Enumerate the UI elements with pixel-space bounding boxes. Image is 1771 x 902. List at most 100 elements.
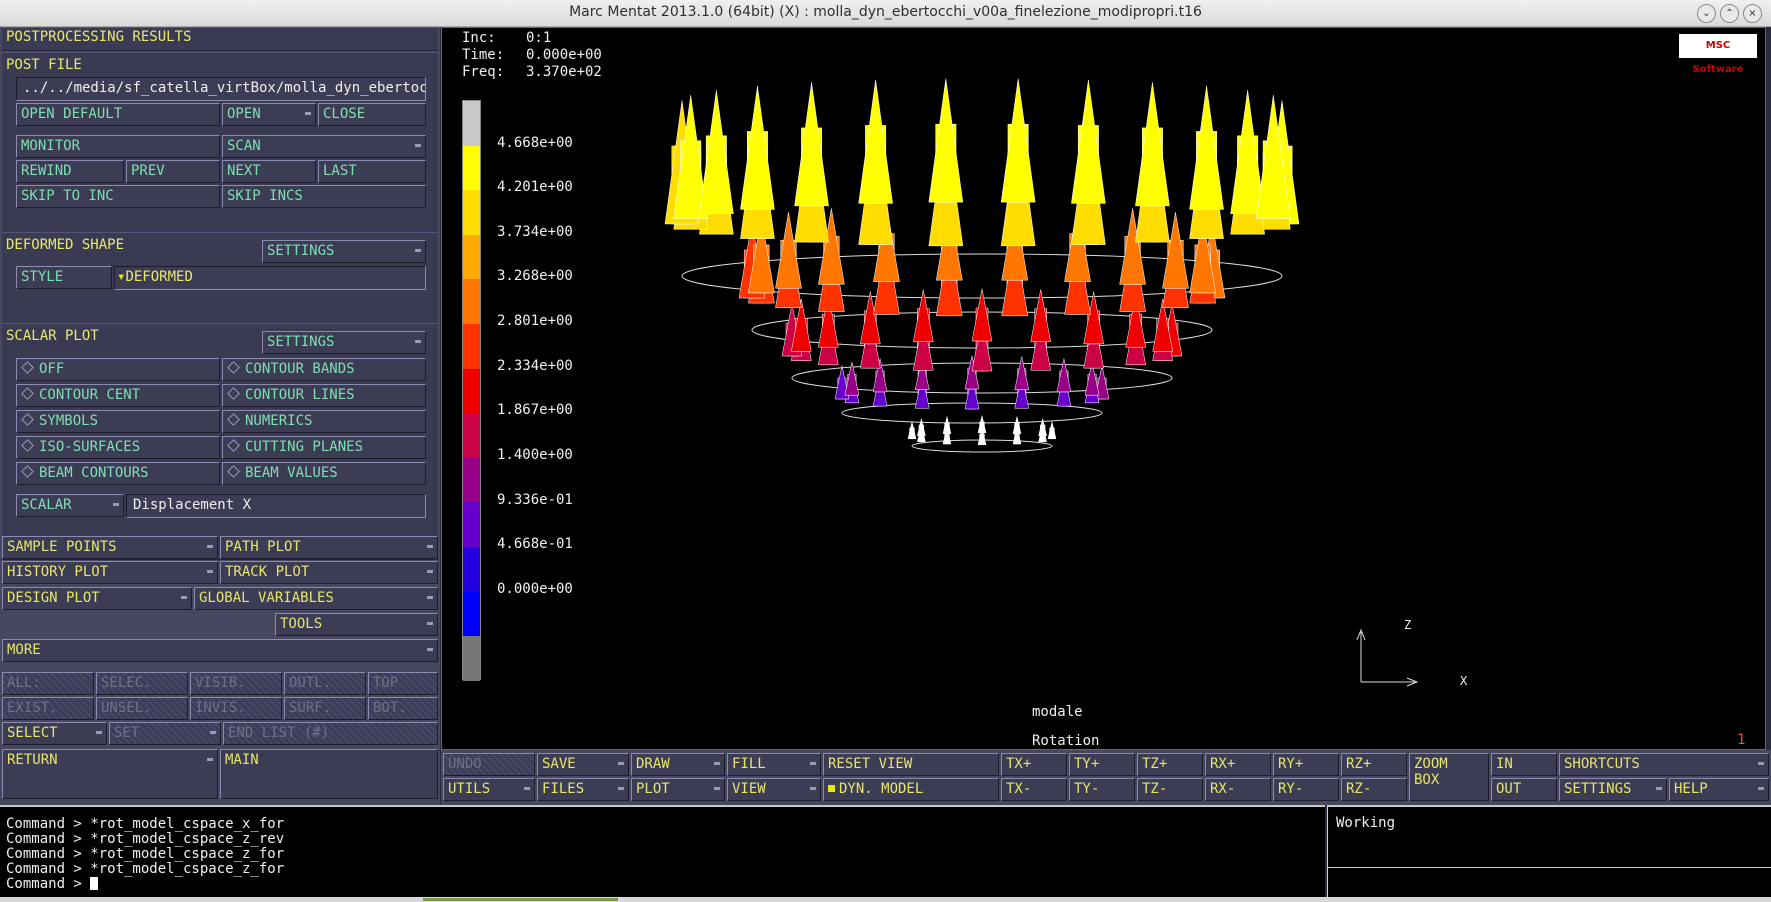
set-button[interactable]: SET bbox=[109, 722, 221, 745]
close-button[interactable]: CLOSE bbox=[318, 103, 426, 126]
displacement-arrow bbox=[1189, 85, 1224, 210]
more-button[interactable]: MORE bbox=[2, 639, 438, 662]
open-default-button[interactable]: OPEN DEFAULT bbox=[16, 103, 220, 126]
fill-button[interactable]: FILL bbox=[727, 753, 821, 776]
contour-lines-button[interactable]: CONTOUR LINES bbox=[222, 384, 426, 407]
scalar-settings-button[interactable]: SETTINGS bbox=[262, 331, 426, 354]
select-bot-button[interactable]: BOT. bbox=[368, 697, 438, 720]
global-variables-button[interactable]: GLOBAL VARIABLES bbox=[194, 587, 438, 610]
scalar-off-button[interactable]: OFF bbox=[16, 358, 220, 381]
select-exist-button[interactable]: EXIST. bbox=[2, 697, 94, 720]
deformed-shape-section: DEFORMED SHAPE SETTINGS STYLE ▾DEFORMED bbox=[2, 232, 438, 324]
prev-button[interactable]: PREV bbox=[126, 160, 220, 183]
view-toolbar: UNDO SAVE DRAW FILL RESET VIEW TX+ TY+ T… bbox=[441, 750, 1771, 805]
plot-button[interactable]: PLOT bbox=[631, 778, 725, 801]
view-button[interactable]: VIEW bbox=[727, 778, 821, 801]
reset-view-button[interactable]: RESET VIEW bbox=[823, 753, 999, 776]
scalar-value-field[interactable]: Displacement X bbox=[126, 494, 426, 518]
style-value: DEFORMED bbox=[125, 269, 193, 285]
utils-button[interactable]: UTILS bbox=[443, 778, 535, 801]
main-button[interactable]: MAIN bbox=[220, 749, 438, 799]
next-button[interactable]: NEXT bbox=[222, 160, 316, 183]
tz-minus-button[interactable]: TZ- bbox=[1137, 778, 1203, 801]
graphics-viewport[interactable]: Inc: 0:1 Time: 0.000e+00 Freq: 3.370e+02… bbox=[441, 27, 1766, 750]
viewport-number: 1 bbox=[1737, 732, 1746, 748]
contour-bands-button[interactable]: CONTOUR BANDS bbox=[222, 358, 426, 381]
select-surf-button[interactable]: SURF. bbox=[284, 697, 366, 720]
files-button[interactable]: FILES bbox=[537, 778, 629, 801]
numerics-button[interactable]: NUMERICS bbox=[222, 410, 426, 433]
cutting-planes-button[interactable]: CUTTING PLANES bbox=[222, 436, 426, 459]
ry-minus-button[interactable]: RY- bbox=[1273, 778, 1339, 801]
style-value-field[interactable]: ▾DEFORMED bbox=[114, 266, 426, 290]
command-prompt[interactable]: Command > bbox=[6, 877, 284, 892]
design-plot-button[interactable]: DESIGN PLOT bbox=[2, 587, 192, 610]
beam-values-button[interactable]: BEAM VALUES bbox=[222, 462, 426, 485]
open-button[interactable]: OPEN bbox=[222, 103, 316, 126]
command-console[interactable]: Command > *rot_model_cspace_x_for Comman… bbox=[0, 805, 1325, 897]
monitor-button[interactable]: MONITOR bbox=[16, 135, 220, 158]
scan-button[interactable]: SCAN bbox=[222, 135, 426, 158]
displacement-arrow bbox=[971, 288, 993, 342]
displacement-arrow bbox=[1071, 79, 1106, 204]
tools-button[interactable]: TOOLS bbox=[275, 613, 438, 636]
window-titlebar: Marc Mentat 2013.1.0 (64bit) (X) : molla… bbox=[0, 0, 1771, 27]
symbols-button[interactable]: SYMBOLS bbox=[16, 410, 220, 433]
select-button[interactable]: SELECT bbox=[2, 722, 107, 745]
skip-incs-button[interactable]: SKIP INCS bbox=[222, 185, 426, 208]
help-button[interactable]: HELP bbox=[1669, 778, 1769, 801]
radio-diamond-icon bbox=[21, 439, 34, 452]
contour-cent-button[interactable]: CONTOUR CENT bbox=[16, 384, 220, 407]
rz-plus-button[interactable]: RZ+ bbox=[1341, 753, 1407, 776]
displacement-arrow bbox=[1135, 82, 1170, 207]
minimize-icon[interactable]: ⌄ bbox=[1697, 4, 1716, 23]
ty-minus-button[interactable]: TY- bbox=[1069, 778, 1135, 801]
save-button[interactable]: SAVE bbox=[537, 753, 629, 776]
rx-plus-button[interactable]: RX+ bbox=[1205, 753, 1271, 776]
ry-plus-button[interactable]: RY+ bbox=[1273, 753, 1339, 776]
command-line: Command > *rot_model_cspace_x_for bbox=[6, 816, 285, 832]
displacement-arrow bbox=[699, 90, 734, 215]
shortcuts-button[interactable]: SHORTCUTS bbox=[1559, 753, 1769, 776]
rx-minus-button[interactable]: RX- bbox=[1205, 778, 1271, 801]
select-invis-button[interactable]: INVIS. bbox=[190, 697, 282, 720]
sample-points-button[interactable]: SAMPLE POINTS bbox=[2, 536, 218, 559]
ty-plus-button[interactable]: TY+ bbox=[1069, 753, 1135, 776]
select-visib-button[interactable]: VISIB. bbox=[190, 672, 282, 695]
style-button[interactable]: STYLE bbox=[16, 266, 112, 289]
toolbar-settings-button[interactable]: SETTINGS bbox=[1559, 778, 1667, 801]
dyn-model-button[interactable]: DYN. MODEL bbox=[823, 778, 999, 801]
maximize-icon[interactable]: ⌃ bbox=[1720, 4, 1739, 23]
zoom-box-button[interactable]: ZOOM BOX bbox=[1409, 753, 1489, 801]
tz-plus-button[interactable]: TZ+ bbox=[1137, 753, 1203, 776]
radio-diamond-icon bbox=[21, 387, 34, 400]
post-file-path-field[interactable]: ../../media/sf_catella_virtBox/molla_dyn… bbox=[16, 77, 426, 101]
beam-contours-button[interactable]: BEAM CONTOURS bbox=[16, 462, 220, 485]
rewind-button[interactable]: REWIND bbox=[16, 160, 124, 183]
close-icon[interactable]: × bbox=[1743, 4, 1762, 23]
zoom-out-button[interactable]: OUT bbox=[1491, 778, 1557, 801]
select-unsel-button[interactable]: UNSEL. bbox=[96, 697, 188, 720]
skip-to-inc-button[interactable]: SKIP TO INC bbox=[16, 185, 220, 208]
track-plot-button[interactable]: TRACK PLOT bbox=[220, 561, 438, 584]
deformed-settings-button[interactable]: SETTINGS bbox=[262, 240, 426, 263]
scalar-button[interactable]: SCALAR bbox=[16, 494, 124, 517]
end-list-button[interactable]: END LIST (#) bbox=[223, 722, 438, 745]
select-selec-button[interactable]: SELEC. bbox=[96, 672, 188, 695]
path-plot-button[interactable]: PATH PLOT bbox=[220, 536, 438, 559]
last-button[interactable]: LAST bbox=[318, 160, 426, 183]
tx-minus-button[interactable]: TX- bbox=[1001, 778, 1067, 801]
select-outl-button[interactable]: OUTL. bbox=[284, 672, 366, 695]
model-render[interactable] bbox=[442, 28, 1767, 751]
draw-button[interactable]: DRAW bbox=[631, 753, 725, 776]
select-all-button[interactable]: ALL: bbox=[2, 672, 94, 695]
rz-minus-button[interactable]: RZ- bbox=[1341, 778, 1407, 801]
select-top-button[interactable]: TOP bbox=[368, 672, 438, 695]
zoom-in-button[interactable]: IN bbox=[1491, 753, 1557, 776]
iso-surfaces-button[interactable]: ISO-SURFACES bbox=[16, 436, 220, 459]
deformed-shape-label: DEFORMED SHAPE bbox=[6, 237, 125, 253]
tx-plus-button[interactable]: TX+ bbox=[1001, 753, 1067, 776]
history-plot-button[interactable]: HISTORY PLOT bbox=[2, 561, 218, 584]
undo-button[interactable]: UNDO bbox=[443, 753, 535, 776]
return-button[interactable]: RETURN bbox=[2, 749, 218, 799]
